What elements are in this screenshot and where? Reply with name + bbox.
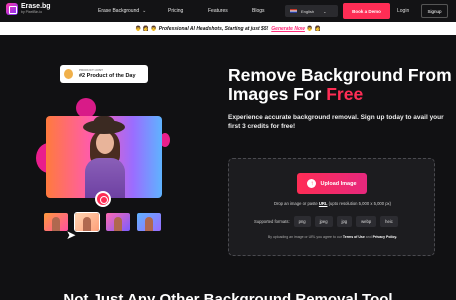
section-heading: Not Just Any Other Background Removal To… <box>63 291 393 300</box>
format-chip: heic <box>380 216 398 227</box>
demo-image <box>46 116 162 198</box>
nav-pricing[interactable]: Pricing <box>168 8 183 14</box>
sample-thumbnail[interactable] <box>106 213 130 231</box>
sample-thumbnails <box>44 212 168 232</box>
promo-banner: 👨 👩 👨 Professional AI Headshots, Startin… <box>0 22 456 35</box>
upload-arrow-icon: ↑ <box>307 179 317 188</box>
top-navbar: Erase.bg by PixelBin.io Erase Background… <box>0 0 456 22</box>
badge-label: PRODUCT HUNT <box>79 68 103 72</box>
mouse-cursor-icon: ➤ <box>66 228 77 242</box>
format-chip: png <box>293 216 311 227</box>
hero-title-accent: Free <box>326 84 364 104</box>
terms-notice: By uploading an image or URL you agree t… <box>229 235 436 239</box>
banner-text: Professional AI Headshots, Starting at j… <box>158 25 269 32</box>
terms-and: and <box>364 235 373 239</box>
nav-erase-background[interactable]: Erase Background <box>98 8 146 14</box>
terms-text: By uploading an image or URL you agree t… <box>267 235 343 239</box>
hero-title: Remove Background From Images For Free <box>228 66 453 104</box>
logo-byline: by PixelBin.io <box>21 10 43 15</box>
upload-button-label: Upload Image <box>320 180 357 187</box>
format-chip: jpeg <box>314 216 333 227</box>
product-hunt-badge[interactable]: PRODUCT HUNT #2 Product of the Day <box>60 65 148 83</box>
flag-icon <box>290 9 297 13</box>
medal-icon <box>64 69 73 79</box>
drop-text: Drop an image or paste <box>273 201 319 206</box>
hero-subtitle: Experience accurate background removal. … <box>228 114 444 130</box>
drop-resolution: (upto resolution 5,000 x 5,000 px) <box>327 201 392 206</box>
sample-thumbnail[interactable] <box>137 213 161 231</box>
erase-toggle-icon[interactable] <box>95 191 111 207</box>
upload-dropzone[interactable]: ↑ Upload Image Drop an image or paste UR… <box>228 158 435 256</box>
logo-name: Erase.bg <box>21 3 51 11</box>
book-demo-button[interactable]: Book a Demo <box>343 3 390 19</box>
faces-icon: 👨 👩 <box>306 25 321 32</box>
sample-thumbnail[interactable] <box>74 212 100 232</box>
signup-button[interactable]: Signup <box>421 4 448 18</box>
privacy-policy-link[interactable]: Privacy Policy. <box>373 235 397 239</box>
faces-icon: 👨 👩 👨 <box>135 25 157 32</box>
drop-instructions: Drop an image or paste URL (upto resolut… <box>229 201 436 206</box>
logo-icon <box>6 3 18 15</box>
formats-label: Supported formats: <box>254 219 290 224</box>
login-button[interactable]: Login <box>397 8 409 14</box>
format-chip: webp <box>356 216 377 227</box>
nav-features[interactable]: Features <box>208 8 228 14</box>
upload-image-button[interactable]: ↑ Upload Image <box>297 173 367 194</box>
person-illustration <box>79 116 131 198</box>
logo[interactable]: Erase.bg by PixelBin.io <box>6 3 51 15</box>
decorative-blob <box>76 98 96 118</box>
generate-now-link[interactable]: Generate Now <box>271 26 305 32</box>
supported-formats: Supported formats: png jpeg jpg webp hei… <box>254 216 398 227</box>
language-label: English <box>301 8 315 14</box>
badge-title: #2 Product of the Day <box>79 73 136 79</box>
chevron-down-icon: ⌄ <box>323 8 327 14</box>
format-chip: jpg <box>336 216 353 227</box>
sample-thumbnail[interactable] <box>44 213 68 231</box>
language-selector[interactable]: English ⌄ <box>285 5 338 17</box>
nav-blogs[interactable]: Blogs <box>252 8 265 14</box>
terms-of-use-link[interactable]: Terms of Use <box>343 235 365 239</box>
